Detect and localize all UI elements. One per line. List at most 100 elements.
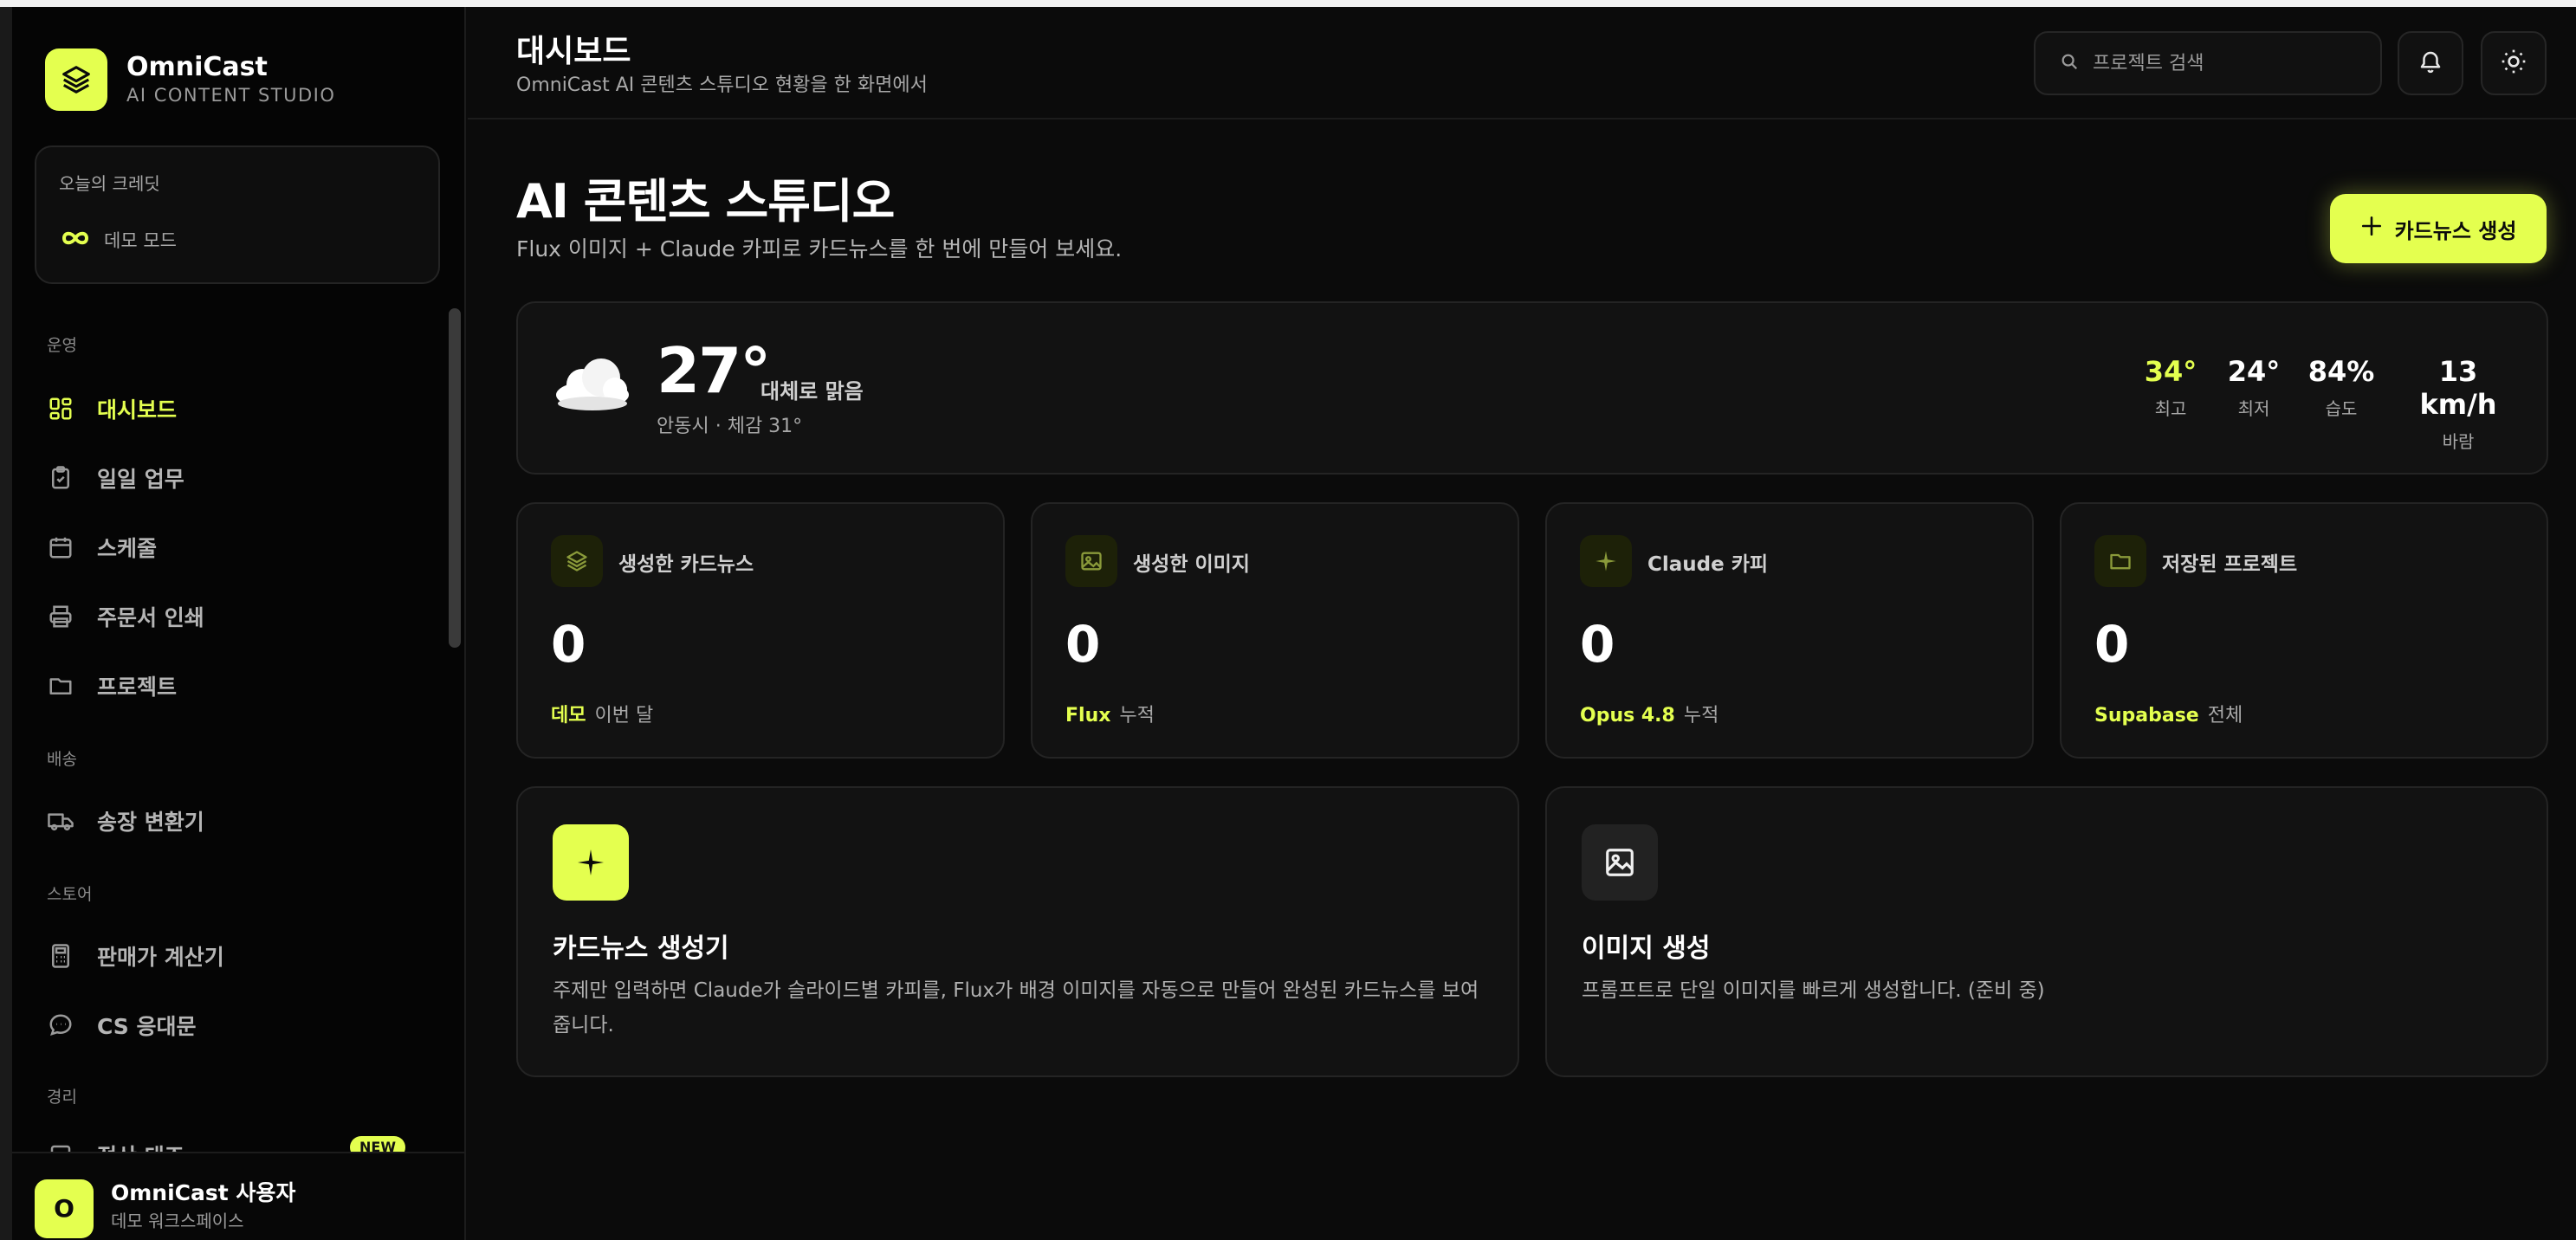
feature-title: 이미지 생성 — [1582, 933, 1711, 964]
notifications-button[interactable] — [2398, 31, 2463, 95]
weather-stat-label: 습도 — [2325, 398, 2358, 419]
window-left-strip — [0, 7, 12, 1240]
weather-stat-low: 24° 최저 — [2221, 355, 2287, 420]
section-label-store: 스토어 — [47, 885, 93, 904]
theme-toggle-button[interactable] — [2481, 31, 2547, 95]
create-cardnews-button[interactable]: 카드뉴스 생성 — [2330, 194, 2547, 263]
stat-note: 이번 달 — [594, 705, 654, 727]
bell-icon — [2417, 48, 2443, 78]
stat-value: 0 — [2094, 615, 2130, 674]
user-workspace: 데모 워크스페이스 — [111, 1211, 244, 1231]
sparkle-icon — [2360, 215, 2383, 242]
sidebar-item-order-print[interactable]: 주문서 인쇄 — [43, 592, 424, 641]
stat-title: 생성한 카드뉴스 — [618, 553, 754, 576]
stat-note: 누적 — [1683, 705, 1719, 727]
image-icon — [1065, 535, 1117, 587]
weather-card: 27° 대체로 맑음 안동시 · 체감 31° 34° 최고 24° 최저 84… — [516, 301, 2548, 475]
weather-stat-humidity: 84% 습도 — [2302, 355, 2380, 420]
weather-stat-value: 34° — [2144, 355, 2197, 388]
sidebar-scrollbar[interactable] — [449, 308, 461, 648]
section-label-ops: 운영 — [47, 336, 77, 355]
credit-title: 오늘의 크레딧 — [59, 173, 160, 194]
main-content: 대시보드 OmniCast AI 콘텐츠 스튜디오 현황을 한 화면에서 프로젝… — [468, 7, 2576, 1240]
weather-stat-value: 84% — [2307, 355, 2375, 388]
stat-title: Claude 카피 — [1647, 553, 1769, 576]
infinity-icon — [59, 229, 92, 251]
sidebar-item-label: 송장 변환기 — [97, 810, 204, 835]
stat-note: 전체 — [2207, 705, 2243, 727]
page-subtitle: OmniCast AI 콘텐츠 스튜디오 현황을 한 화면에서 — [516, 74, 928, 96]
layers-icon — [551, 535, 603, 587]
sidebar-item-projects[interactable]: 프로젝트 — [43, 662, 424, 710]
stat-tag: Flux — [1065, 705, 1111, 727]
weather-stat-label: 최고 — [2154, 398, 2187, 419]
weather-stat-label: 바람 — [2442, 431, 2475, 452]
weather-location: 안동시 · 체감 31° — [657, 416, 803, 437]
stat-card-claude-copy: Claude 카피 0 Opus 4.8 누적 — [1545, 502, 2034, 759]
search-box[interactable] — [2034, 31, 2382, 95]
sun-icon — [2500, 48, 2527, 79]
stat-card-saved-projects: 저장된 프로젝트 0 Supabase 전체 — [2060, 502, 2548, 759]
feature-card-image-generation[interactable]: 이미지 생성 프롬프트로 단일 이미지를 빠르게 생성합니다. (준비 중) — [1545, 786, 2548, 1077]
sidebar-item-invoice-converter[interactable]: 송장 변환기 — [43, 797, 424, 845]
sidebar-item-schedule[interactable]: 스케줄 — [43, 523, 424, 572]
sidebar-item-label: 주문서 인쇄 — [97, 605, 204, 630]
hero-subtitle: Flux 이미지 + Claude 카피로 카드뉴스를 한 번에 만들어 보세요… — [516, 236, 1123, 262]
section-label-shipping: 배송 — [47, 750, 77, 769]
credit-box: 오늘의 크레딧 데모 모드 — [35, 145, 440, 284]
user-name: OmniCast 사용자 — [111, 1180, 296, 1205]
stat-value: 0 — [1065, 615, 1101, 674]
feature-card-cardnews-generator[interactable]: 카드뉴스 생성기 주제만 입력하면 Claude가 슬라이드별 카피를, Flu… — [516, 786, 1519, 1077]
sidebar-item-daily-tasks[interactable]: 일일 업무 — [43, 454, 424, 502]
dashboard-icon — [43, 391, 78, 426]
search-input[interactable] — [2093, 52, 2370, 74]
calculator-icon — [43, 939, 78, 973]
image-icon — [1582, 824, 1658, 901]
folder-icon — [2094, 535, 2146, 587]
hero-title: AI 콘텐츠 스튜디오 — [516, 174, 895, 229]
layers-icon — [45, 48, 107, 111]
weather-stat-wind: 13 km/h 바람 — [2398, 355, 2519, 453]
stat-tag: Supabase — [2094, 705, 2199, 727]
credit-mode: 데모 모드 — [104, 230, 177, 251]
app-subtitle: AI CONTENT STUDIO — [126, 85, 336, 106]
weather-stat-high: 34° 최고 — [2138, 355, 2204, 420]
feature-description: 주제만 입력하면 Claude가 슬라이드별 카피를, Flux가 배경 이미지… — [553, 979, 1479, 1037]
sidebar-item-label: 스케줄 — [97, 536, 158, 561]
folder-icon — [43, 668, 78, 703]
weather-temperature: 27° — [657, 334, 771, 407]
feature-title: 카드뉴스 생성기 — [553, 933, 729, 964]
sidebar-item-label: 일일 업무 — [97, 467, 184, 492]
sidebar-item-label: 판매가 계산기 — [97, 945, 224, 970]
sidebar-item-dashboard[interactable]: 대시보드 — [43, 384, 424, 433]
calendar-icon — [43, 530, 78, 565]
stat-note: 누적 — [1119, 705, 1155, 727]
stat-value: 0 — [551, 615, 586, 674]
weather-stat-value: 13 km/h — [2419, 355, 2497, 421]
sidebar-item-price-calculator[interactable]: 판매가 계산기 — [43, 932, 424, 980]
user-bar[interactable]: O OmniCast 사용자 데모 워크스페이스 — [12, 1152, 464, 1240]
search-icon — [2060, 52, 2079, 74]
page-header: 대시보드 OmniCast AI 콘텐츠 스튜디오 현황을 한 화면에서 — [468, 7, 2576, 119]
printer-icon — [43, 599, 78, 634]
cloud-icon — [553, 355, 632, 416]
stat-value: 0 — [1580, 615, 1615, 674]
weather-stat-value: 24° — [2227, 355, 2281, 388]
clipboard-icon — [43, 461, 78, 495]
page-title: 대시보드 — [516, 34, 631, 69]
sidebar: OmniCast AI CONTENT STUDIO 오늘의 크레딧 데모 모드… — [12, 7, 466, 1240]
stat-tag: 데모 — [551, 705, 586, 727]
stat-title: 생성한 이미지 — [1133, 553, 1250, 576]
truck-icon — [43, 804, 78, 838]
stat-tag: Opus 4.8 — [1580, 705, 1675, 727]
brand[interactable]: OmniCast AI CONTENT STUDIO — [45, 48, 335, 111]
feature-description: 프롬프트로 단일 이미지를 빠르게 생성합니다. (준비 중) — [1582, 979, 2045, 1002]
stat-card-images: 생성한 이미지 0 Flux 누적 — [1031, 502, 1519, 759]
weather-stat-label: 최저 — [2237, 398, 2270, 419]
app-name: OmniCast — [126, 52, 268, 82]
sparkle-icon — [1580, 535, 1632, 587]
chat-icon — [43, 1008, 78, 1043]
create-cardnews-label: 카드뉴스 생성 — [2394, 218, 2517, 243]
sidebar-item-cs-response[interactable]: CS 응대문 — [43, 1001, 424, 1049]
section-label-accounting: 경리 — [47, 1088, 77, 1107]
